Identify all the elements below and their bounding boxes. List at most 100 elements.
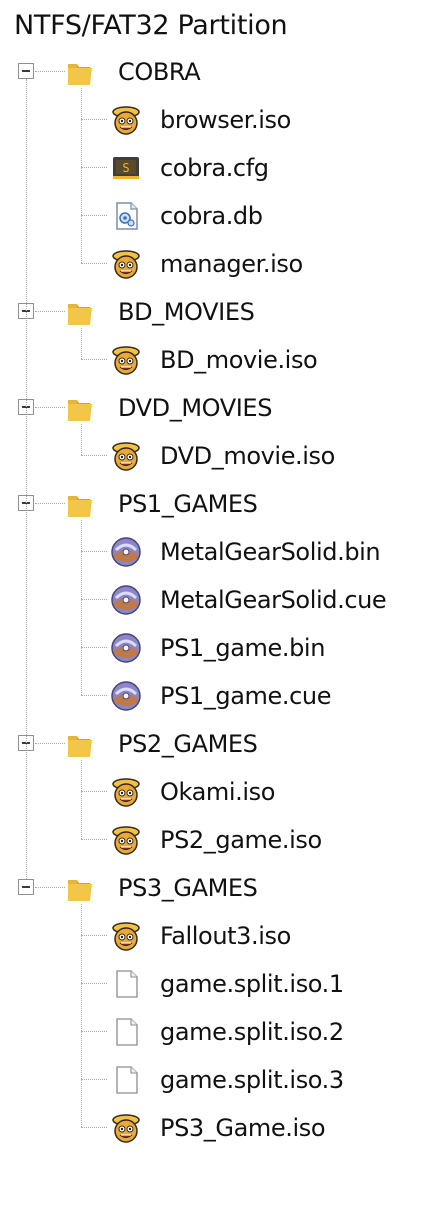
tree-connector-line <box>81 328 82 359</box>
blank-file-icon <box>110 968 142 1000</box>
database-file-icon <box>110 200 142 232</box>
tree-connector-line <box>35 407 65 408</box>
folder-node-dvd_movies[interactable]: DVD_MOVIES <box>0 384 433 432</box>
tree-connector-line <box>26 79 27 879</box>
file-node[interactable]: MetalGearSolid.bin <box>0 528 433 576</box>
tree-connector-line <box>81 839 107 840</box>
file-label: PS2_game.iso <box>160 826 322 854</box>
file-node[interactable]: PS1_game.bin <box>0 624 433 672</box>
file-label: DVD_movie.iso <box>160 442 335 470</box>
tree-connector-line <box>81 167 107 168</box>
folder-node-ps2_games[interactable]: PS2_GAMES <box>0 720 433 768</box>
tree-connector-line <box>81 1079 107 1080</box>
file-node[interactable]: Scobra.cfg <box>0 144 433 192</box>
disc-mascot-icon <box>110 776 142 808</box>
file-node[interactable]: game.split.iso.1 <box>0 960 433 1008</box>
disc-mascot-icon <box>110 440 142 472</box>
folder-label: COBRA <box>118 58 201 86</box>
file-node[interactable]: manager.iso <box>0 240 433 288</box>
folder-label: BD_MOVIES <box>118 298 255 326</box>
tree-connector-line <box>81 1127 107 1128</box>
tree-connector-line <box>81 791 107 792</box>
config-file-icon: S <box>110 152 142 184</box>
disc-mascot-icon <box>110 1112 142 1144</box>
tree-connector-line <box>81 359 107 360</box>
file-label: game.split.iso.1 <box>160 970 344 998</box>
file-label: PS3_Game.iso <box>160 1114 326 1142</box>
folder-node-ps1_games[interactable]: PS1_GAMES <box>0 480 433 528</box>
disc-mascot-icon <box>110 248 142 280</box>
tree-connector-line <box>81 424 82 455</box>
file-label: MetalGearSolid.cue <box>160 586 387 614</box>
file-node[interactable]: browser.iso <box>0 96 433 144</box>
disc-image-icon <box>110 632 142 664</box>
tree-connector-line <box>35 887 65 888</box>
disc-image-icon <box>110 680 142 712</box>
file-node[interactable]: PS3_Game.iso <box>0 1104 433 1152</box>
disc-mascot-icon <box>110 824 142 856</box>
tree-connector-line <box>81 760 82 839</box>
disc-mascot-icon <box>110 104 142 136</box>
collapse-toggle-icon[interactable] <box>18 879 34 895</box>
disc-image-icon <box>110 584 142 616</box>
disc-mascot-icon <box>110 344 142 376</box>
tree-connector-line <box>81 935 107 936</box>
file-node[interactable]: BD_movie.iso <box>0 336 433 384</box>
folder-node-cobra[interactable]: COBRA <box>0 48 433 96</box>
tree-connector-line <box>81 88 82 263</box>
tree-root-label: NTFS/FAT32 Partition <box>14 10 288 41</box>
folder-label: PS2_GAMES <box>118 730 258 758</box>
file-node[interactable]: DVD_movie.iso <box>0 432 433 480</box>
tree-connector-line <box>81 263 107 264</box>
tree-connector-line <box>81 695 107 696</box>
tree-connector-line <box>81 215 107 216</box>
file-label: BD_movie.iso <box>160 346 318 374</box>
tree-connector-line <box>81 1031 107 1032</box>
file-label: cobra.db <box>160 202 263 230</box>
tree-connector-line <box>35 743 65 744</box>
folder-node-ps3_games[interactable]: PS3_GAMES <box>0 864 433 912</box>
file-node[interactable]: MetalGearSolid.cue <box>0 576 433 624</box>
tree-connector-line <box>81 520 82 695</box>
file-label: game.split.iso.2 <box>160 1018 344 1046</box>
tree-connector-line <box>81 983 107 984</box>
file-label: PS1_game.bin <box>160 634 326 662</box>
file-label: cobra.cfg <box>160 154 269 182</box>
file-node[interactable]: Okami.iso <box>0 768 433 816</box>
blank-file-icon <box>110 1016 142 1048</box>
file-label: manager.iso <box>160 250 303 278</box>
file-node[interactable]: game.split.iso.2 <box>0 1008 433 1056</box>
folder-icon <box>66 872 96 904</box>
file-label: browser.iso <box>160 106 291 134</box>
folder-label: PS3_GAMES <box>118 874 258 902</box>
tree-connector-line <box>81 551 107 552</box>
tree-connector-line <box>81 119 107 120</box>
disc-mascot-icon <box>110 920 142 952</box>
folder-node-bd_movies[interactable]: BD_MOVIES <box>0 288 433 336</box>
tree-connector-line <box>35 311 65 312</box>
file-node[interactable]: PS1_game.cue <box>0 672 433 720</box>
tree-connector-line <box>81 599 107 600</box>
collapse-toggle-icon[interactable] <box>18 63 34 79</box>
folder-icon <box>66 392 96 424</box>
file-node[interactable]: cobra.db <box>0 192 433 240</box>
folder-icon <box>66 296 96 328</box>
file-node[interactable]: PS2_game.iso <box>0 816 433 864</box>
folder-label: DVD_MOVIES <box>118 394 273 422</box>
folder-icon <box>66 56 96 88</box>
tree-connector-line <box>35 503 65 504</box>
disc-image-icon <box>110 536 142 568</box>
svg-text:S: S <box>122 161 129 175</box>
folder-label: PS1_GAMES <box>118 490 258 518</box>
file-label: PS1_game.cue <box>160 682 332 710</box>
blank-file-icon <box>110 1064 142 1096</box>
file-label: Fallout3.iso <box>160 922 291 950</box>
file-label: MetalGearSolid.bin <box>160 538 381 566</box>
folder-icon <box>66 728 96 760</box>
file-label: Okami.iso <box>160 778 276 806</box>
file-label: game.split.iso.3 <box>160 1066 344 1094</box>
file-node[interactable]: game.split.iso.3 <box>0 1056 433 1104</box>
tree-connector-line <box>81 455 107 456</box>
tree-connector-line <box>81 904 82 1127</box>
file-node[interactable]: Fallout3.iso <box>0 912 433 960</box>
